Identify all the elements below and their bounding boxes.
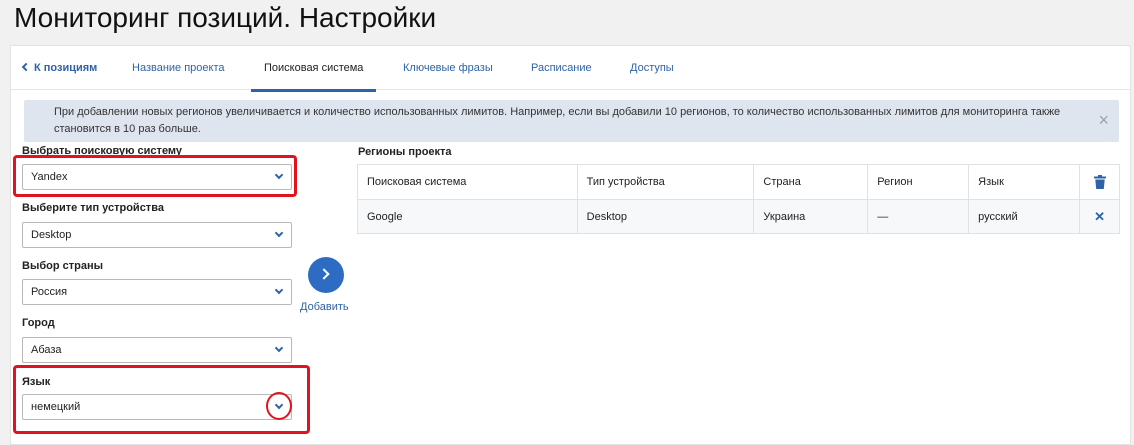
notice-text: При добавлении новых регионов увеличивае… xyxy=(54,106,1061,135)
city-value: Абаза xyxy=(31,344,62,356)
regions-table: Поисковая система Тип устройства Страна … xyxy=(357,164,1120,234)
search-engine-highlight xyxy=(13,155,297,197)
country-select[interactable]: Россия xyxy=(22,279,292,305)
dropdown-circle-highlight xyxy=(266,392,292,420)
trash-icon[interactable] xyxy=(1093,175,1106,189)
tab-label: К позициям xyxy=(34,62,98,74)
cell-device: Desktop xyxy=(576,199,755,234)
chevron-down-icon xyxy=(274,228,284,238)
settings-card: К позициям Название проекта Поисковая си… xyxy=(10,45,1131,445)
add-region-button[interactable] xyxy=(308,257,344,293)
page-title: Мониторинг позиций. Настройки xyxy=(14,2,437,33)
column-header: Страна xyxy=(753,164,869,200)
table-header-row: Поисковая система Тип устройства Страна … xyxy=(357,164,1120,200)
cell-engine: Google xyxy=(357,199,578,234)
language-select[interactable]: немецкий xyxy=(22,394,292,420)
tab-keywords[interactable]: Ключевые фразы xyxy=(403,46,493,90)
device-type-value: Desktop xyxy=(31,229,72,241)
column-header: Язык xyxy=(968,164,1081,200)
language-value: немецкий xyxy=(31,401,81,413)
device-type-label: Выберите тип устройства xyxy=(22,202,164,214)
tab-bar: К позициям Название проекта Поисковая си… xyxy=(11,46,1130,92)
chevron-right-icon xyxy=(318,268,330,280)
tab-schedule[interactable]: Расписание xyxy=(531,46,592,90)
close-icon[interactable]: × xyxy=(1098,111,1109,129)
delete-all-cell xyxy=(1079,164,1120,200)
language-label: Язык xyxy=(22,376,51,388)
tab-search-engine[interactable]: Поисковая система xyxy=(250,46,377,92)
column-header: Поисковая система xyxy=(357,164,578,200)
regions-title: Регионы проекта xyxy=(358,146,452,158)
tab-access[interactable]: Доступы xyxy=(630,46,674,90)
tab-project-name[interactable]: Название проекта xyxy=(132,46,225,90)
cell-language: русский xyxy=(968,199,1081,234)
column-header: Регион xyxy=(867,164,970,200)
limits-notice: При добавлении новых регионов увеличивае… xyxy=(24,100,1119,142)
device-type-select[interactable]: Desktop xyxy=(22,222,292,248)
country-label: Выбор страны xyxy=(22,260,104,272)
chevron-down-icon xyxy=(274,343,284,353)
city-select[interactable]: Абаза xyxy=(22,337,292,363)
cell-region: — xyxy=(867,199,970,234)
chevron-down-icon xyxy=(274,285,284,295)
column-header: Тип устройства xyxy=(576,164,755,200)
city-label: Город xyxy=(22,317,55,329)
country-value: Россия xyxy=(31,286,68,298)
add-region-label[interactable]: Добавить xyxy=(300,301,349,313)
delete-icon[interactable]: ✕ xyxy=(1094,209,1105,224)
table-row: Google Desktop Украина — русский ✕ xyxy=(357,199,1120,234)
tab-back-to-positions[interactable]: К позициям xyxy=(21,46,98,90)
delete-cell: ✕ xyxy=(1079,199,1120,234)
chevron-left-icon xyxy=(21,62,31,72)
cell-country: Украина xyxy=(753,199,869,234)
